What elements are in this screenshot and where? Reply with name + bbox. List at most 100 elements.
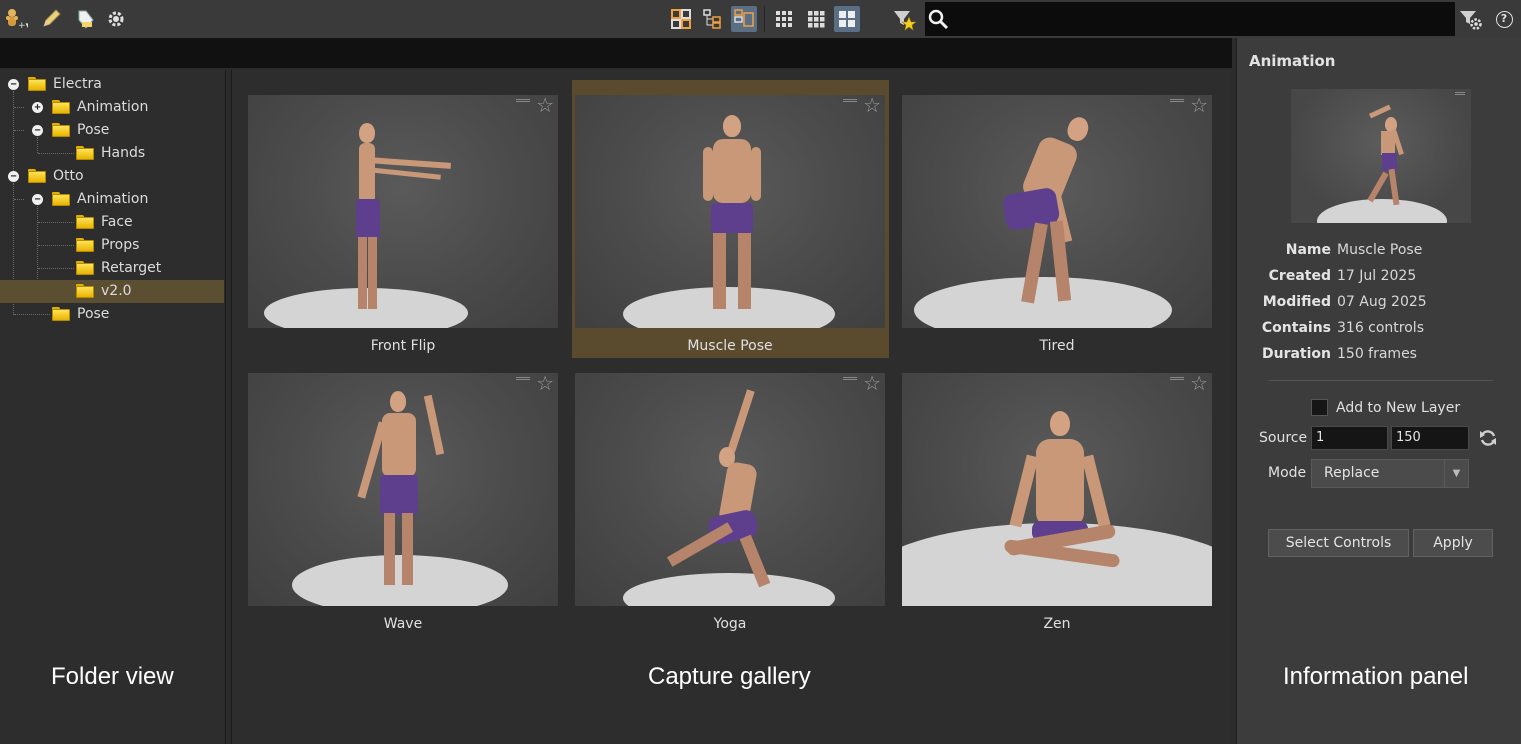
gallery-item[interactable]: ☆ Zen: [902, 358, 1218, 636]
gallery-item-label: Tired: [1039, 338, 1075, 354]
help-glyph: ?: [1495, 10, 1513, 28]
folder-label: Hands: [101, 145, 146, 161]
gallery-item[interactable]: ☆ Muscle Pose: [572, 80, 889, 358]
filter-settings-icon[interactable]: [1458, 6, 1484, 32]
info-title: Animation: [1249, 52, 1336, 70]
favorite-star-icon[interactable]: ☆: [1190, 95, 1208, 115]
capture-thumbnail[interactable]: ☆: [248, 95, 558, 328]
select-controls-button[interactable]: Select Controls: [1268, 529, 1409, 557]
capture-gallery-caption: Capture gallery: [648, 663, 811, 690]
source-start-input[interactable]: 1: [1311, 426, 1388, 450]
collapse-icon[interactable]: −: [8, 171, 19, 182]
favorite-star-icon[interactable]: ☆: [536, 95, 554, 115]
folder-label: Pose: [77, 122, 110, 138]
folder-view-caption: Folder view: [51, 663, 174, 690]
capture-thumbnail[interactable]: ☆: [902, 95, 1212, 328]
folder-label: Animation: [77, 99, 149, 115]
info-preview-thumbnail: [1291, 89, 1471, 223]
favorites-filter-icon[interactable]: [891, 6, 917, 32]
folder-item[interactable]: Retarget: [0, 257, 224, 280]
folder-item[interactable]: − Otto: [0, 165, 224, 188]
grid-layout-icon[interactable]: [668, 6, 694, 32]
folder-item[interactable]: Hands: [0, 142, 224, 165]
folder-icon: [76, 238, 94, 252]
gallery-item-label: Front Flip: [370, 338, 436, 354]
large-thumbs-icon[interactable]: [834, 6, 860, 32]
folder-item[interactable]: − Animation: [0, 188, 224, 211]
mode-select-value: Replace: [1324, 465, 1380, 481]
folder-icon: [28, 77, 46, 91]
folder-icon: [52, 123, 70, 137]
source-label: Source: [1259, 430, 1308, 446]
info-field-value: Muscle Pose: [1337, 242, 1423, 258]
path-bar: [0, 38, 1232, 68]
medium-thumbs-icon[interactable]: [803, 6, 829, 32]
folder-label: Face: [101, 214, 133, 230]
folder-label: Pose: [77, 306, 110, 322]
info-field-row: Duration 150 frames: [1237, 346, 1521, 366]
capture-thumbnail[interactable]: ☆: [902, 373, 1212, 606]
search-input[interactable]: [959, 6, 1449, 32]
collapse-icon[interactable]: −: [32, 125, 43, 136]
gallery-item-label: Wave: [383, 616, 423, 632]
split-layout-icon[interactable]: [731, 6, 757, 32]
info-field-row: Created 17 Jul 2025: [1237, 268, 1521, 288]
gear-icon[interactable]: [103, 6, 129, 32]
expand-icon[interactable]: +: [32, 102, 43, 113]
capture-thumbnail[interactable]: ☆: [575, 95, 885, 328]
gallery-item[interactable]: ☆ Yoga: [575, 358, 891, 636]
help-icon[interactable]: ?: [1491, 6, 1517, 32]
pencil-icon[interactable]: [38, 6, 64, 32]
favorite-star-icon[interactable]: ☆: [536, 373, 554, 393]
folder-label: Electra: [53, 76, 102, 92]
svg-text:+▾: +▾: [18, 21, 28, 30]
favorite-star-icon[interactable]: ☆: [863, 95, 881, 115]
gallery-item-label: Muscle Pose: [687, 338, 773, 354]
tag-icon[interactable]: [72, 6, 98, 32]
apply-button[interactable]: Apply: [1413, 529, 1493, 557]
folder-label: Animation: [77, 191, 149, 207]
chevron-down-icon: ▼: [1444, 460, 1468, 487]
capture-thumbnail[interactable]: ☆: [248, 373, 558, 606]
folder-item[interactable]: Face: [0, 211, 224, 234]
search-icon: [925, 6, 951, 32]
search-box[interactable]: [925, 2, 1455, 36]
gallery-item[interactable]: ☆ Wave: [248, 358, 564, 636]
folder-item[interactable]: − Electra: [0, 73, 224, 96]
info-field-value: 17 Jul 2025: [1337, 268, 1417, 284]
info-divider: [1269, 380, 1493, 381]
source-end-input[interactable]: 150: [1391, 426, 1469, 450]
refresh-range-icon[interactable]: [1478, 428, 1498, 452]
folder-item[interactable]: + Animation: [0, 96, 224, 119]
info-field-key: Name: [1285, 242, 1331, 258]
capture-thumbnail[interactable]: ☆: [575, 373, 885, 606]
mode-label: Mode: [1268, 465, 1307, 481]
folder-item[interactable]: v2.0: [0, 280, 224, 303]
folder-label: Otto: [53, 168, 84, 184]
folder-item[interactable]: Props: [0, 234, 224, 257]
folder-item[interactable]: − Pose: [0, 119, 224, 142]
folder-label: v2.0: [101, 283, 132, 299]
mode-select[interactable]: Replace ▼: [1311, 459, 1469, 488]
favorite-star-icon[interactable]: ☆: [1190, 373, 1208, 393]
gallery-item[interactable]: ☆ Tired: [902, 80, 1218, 358]
folder-label: Retarget: [101, 260, 162, 276]
collapse-icon[interactable]: −: [32, 194, 43, 205]
add-to-new-layer-checkbox[interactable]: [1311, 399, 1328, 416]
small-thumbs-icon[interactable]: [771, 6, 797, 32]
folder-icon: [52, 100, 70, 114]
info-field-row: Name Muscle Pose: [1237, 242, 1521, 262]
gallery-item[interactable]: ☆ Front Flip: [248, 80, 564, 358]
collapse-icon[interactable]: −: [8, 79, 19, 90]
info-field-key: Created: [1268, 268, 1331, 284]
info-field-key: Modified: [1262, 294, 1331, 310]
folder-icon: [76, 215, 94, 229]
info-field-value: 07 Aug 2025: [1337, 294, 1427, 310]
info-field-row: Contains 316 controls: [1237, 320, 1521, 340]
favorite-star-icon[interactable]: ☆: [863, 373, 881, 393]
add-figure-icon[interactable]: +▾: [3, 6, 29, 32]
main-toolbar: +▾ ?: [0, 0, 1521, 38]
info-field-row: Modified 07 Aug 2025: [1237, 294, 1521, 314]
tree-layout-icon[interactable]: [700, 6, 726, 32]
folder-item[interactable]: Pose: [0, 303, 224, 326]
